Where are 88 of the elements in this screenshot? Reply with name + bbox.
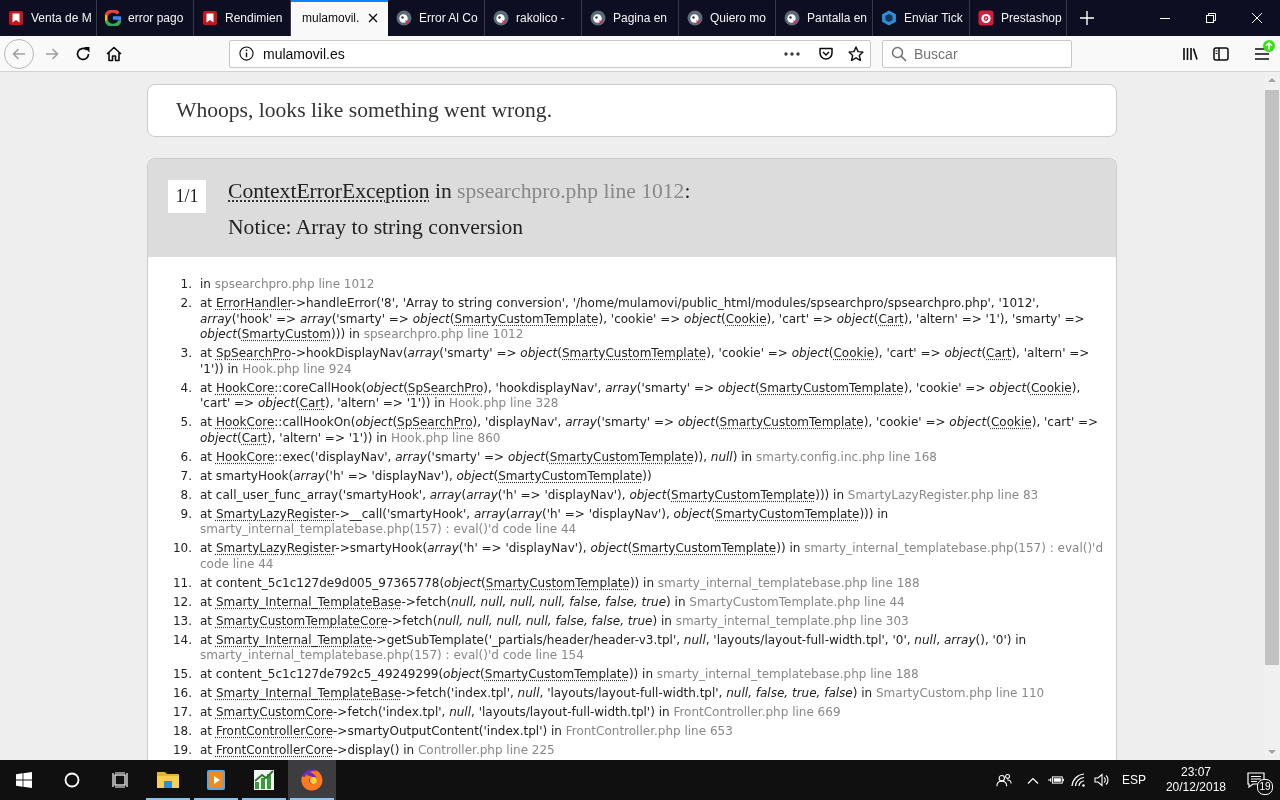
plus-icon	[1080, 11, 1094, 25]
trace-line-number: 8.	[179, 487, 192, 503]
search-icon	[891, 45, 907, 62]
trace-line-number: 5.	[179, 415, 192, 431]
trace-line-number: 9.	[179, 506, 192, 523]
speaker-icon	[1094, 773, 1111, 787]
start-menu-icon	[16, 772, 32, 788]
update-badge-icon	[1263, 39, 1275, 52]
trace-line-number: 19.	[171, 743, 192, 759]
ring-icon	[64, 772, 80, 788]
address-field[interactable]: mulamovil.es	[229, 39, 871, 68]
task-view-icon	[112, 772, 128, 788]
search-field[interactable]: Buscar	[882, 39, 1072, 68]
exception-counter: 1/1	[168, 180, 206, 213]
stack-frame-text: at call_user_func_array('smartyHook', array(array('h' => 'displayNav'), object(SmartyCustomTemplate))) in SmartyLazyRegister.php line 83	[200, 487, 1040, 503]
trace-line-number: 12.	[171, 594, 192, 610]
home-icon	[105, 45, 122, 62]
info-icon	[239, 46, 254, 61]
trace-line-number: 4.	[179, 380, 192, 397]
bookmark-tile-icon	[202, 10, 218, 26]
sidebar-icon	[1212, 45, 1229, 62]
minimize-icon	[1160, 17, 1170, 19]
chevron-up-icon	[1027, 776, 1040, 784]
round-logo-icon	[784, 10, 800, 26]
stack-frame-text: at HookCore::callHookOn(object(SpSearchPro), 'displayNav', array('smarty' => object(SmartyCustomTemplate), 'cookie' => object(Cookie), 'cart' => object(Cart), 'altern' => '1')) in Hook.php line 860	[200, 415, 1100, 446]
trace-line-number: 3.	[179, 346, 192, 362]
menu-icon	[1253, 45, 1270, 62]
stack-frame-text: at SmartyCustomTemplateCore->fetch(null, null, null, null, false, false, true) in smarty_internal_template.php line 303	[200, 613, 910, 629]
trace-line-number: 17.	[171, 705, 192, 721]
stack-frame-text: at content_5c1c127de9d005_97365778(object(SmartyCustomTemplate)) in smarty_internal_templatebase.php line 188	[200, 575, 921, 591]
stack-frame-text: at HookCore::exec('displayNav', array('smarty' => object(SmartyCustomTemplate)), null) in smarty.config.inc.php line 168	[200, 449, 938, 465]
round-logo-icon	[590, 10, 606, 26]
stack-frame-text: at ErrorHandler->handleError('8', 'Array to string conversion', '/home/mulamovi/public_html/modules/spsearchpro/spsearchpro.php', '1012', array('hook' => array('smarty' => object(SmartyCustomTemplate), 'cookie' => object(Cookie), 'cart' => object(Cart), 'altern' => '1'), 'smarty' => object(SmartyCustom))) in spsearchpro.php line 1012	[200, 296, 1086, 343]
trace-line-number: 1.	[179, 277, 192, 293]
reload-icon	[74, 45, 91, 62]
stack-frame-text: at Smarty_Internal_TemplateBase->fetch('index.tpl', null, 'layouts/layout-full-width.tpl', null, false, true, false) in SmartyCustom.php line 110	[200, 686, 1046, 702]
exception-title: ContextErrorException in spsearchpro.php line 1012:	[228, 179, 691, 203]
chart-document-icon	[252, 768, 276, 792]
stack-frame-text: at Smarty_Internal_TemplateBase->fetch(null, null, null, null, false, false, true) in SmartyCustomTemplate.php line 44	[200, 594, 906, 610]
stack-frame-text: at FrontControllerCore->smartyOutputContent('index.tpl') in FrontController.php line 653	[200, 724, 734, 740]
library-icon	[1181, 45, 1198, 62]
trace-line-number: 7.	[179, 468, 192, 484]
trace-line-number: 10.	[171, 541, 192, 557]
clock-button[interactable]: 23:07 20/12/2018	[1155, 760, 1236, 800]
notification-count-badge: 19	[1257, 779, 1273, 795]
trace-line-number: 14.	[171, 632, 192, 649]
star-icon[interactable]	[848, 45, 864, 62]
trace-line-number: 18.	[171, 724, 192, 740]
close-tab-icon[interactable]	[368, 13, 378, 23]
stack-frame-text: at HookCore::coreCallHook(object(SpSearchPro), 'hookdisplayNav', array('smarty' => object(SmartyCustomTemplate), 'cookie' => object(Cookie), 'cart' => object(Cart), 'altern' => '1')) in Hook.php line 328	[200, 380, 1082, 412]
close-icon	[1252, 13, 1262, 23]
restore-icon	[1206, 13, 1216, 23]
round-logo-icon	[493, 10, 509, 26]
taskbar-app-button[interactable]	[288, 760, 336, 800]
trace-line-number: 16.	[171, 686, 192, 702]
badge-logo-icon	[978, 10, 994, 26]
action-center-button[interactable]: 19	[1236, 760, 1276, 800]
exception-message: Notice: Array to string conversion	[228, 215, 525, 239]
stack-frame-text: at SmartyLazyRegister->smartyHook(array('h' => 'displayNav'), object(SmartyCustomTemplate)) in smarty_internal_templatebase.php(157) : eval()'d code line 44	[200, 541, 1104, 572]
stack-frame-text: at content_5c1c127de792c5_49249299(object(SmartyCustomTemplate)) in smarty_internal_templatebase.php line 188	[200, 667, 920, 683]
trace-line-number: 2.	[179, 296, 192, 312]
clock-time: 23:07	[1180, 765, 1211, 780]
stack-frame-text: in spsearchpro.php line 1012	[200, 277, 376, 293]
people-icon	[995, 772, 1012, 788]
trace-line-number: 6.	[179, 449, 192, 465]
stack-frame-text: at smartyHook(array('h' => 'displayNav'), object(SmartyCustomTemplate))	[200, 468, 653, 484]
browser-logo-icon	[300, 768, 324, 792]
more-icon[interactable]	[784, 51, 800, 56]
battery-plug-icon	[1048, 773, 1065, 787]
trace-line-number: 15.	[171, 667, 192, 683]
media-player-icon	[204, 768, 228, 792]
hexagon-icon	[881, 10, 897, 26]
stack-frame-text: at FrontControllerCore->display() in Controller.php line 225	[200, 743, 556, 759]
stack-frame-text: at SmartyCustomCore->fetch('index.tpl', null, 'layouts/layout-full-width.tpl') in FrontController.php line 669	[200, 705, 842, 721]
round-logo-icon	[396, 10, 412, 26]
trace-line-number: 13.	[171, 613, 192, 629]
input-language-button[interactable]: ESP	[1113, 760, 1156, 800]
wifi-icon	[1071, 773, 1088, 787]
error-heading: Whoops, looks like something went wrong.	[176, 98, 554, 123]
g-logo-icon	[105, 10, 121, 26]
scrollbar-thumb[interactable]	[1265, 90, 1279, 665]
trace-line-number: 11.	[171, 575, 192, 591]
stack-frame-text: at SpSearchPro->hookDisplayNav(array('smarty' => object(SmartyCustomTemplate), 'cookie' => object(Cookie), 'cart' => object(Cart), 'altern' => '1')) in Hook.php line 924	[200, 346, 1091, 377]
browser-tab[interactable]: mulamovil.	[291, 0, 388, 36]
clock-date: 20/12/2018	[1165, 780, 1226, 795]
round-logo-icon	[687, 10, 703, 26]
shield-chevron-icon[interactable]	[818, 45, 834, 62]
bookmark-tile-icon	[8, 10, 24, 26]
